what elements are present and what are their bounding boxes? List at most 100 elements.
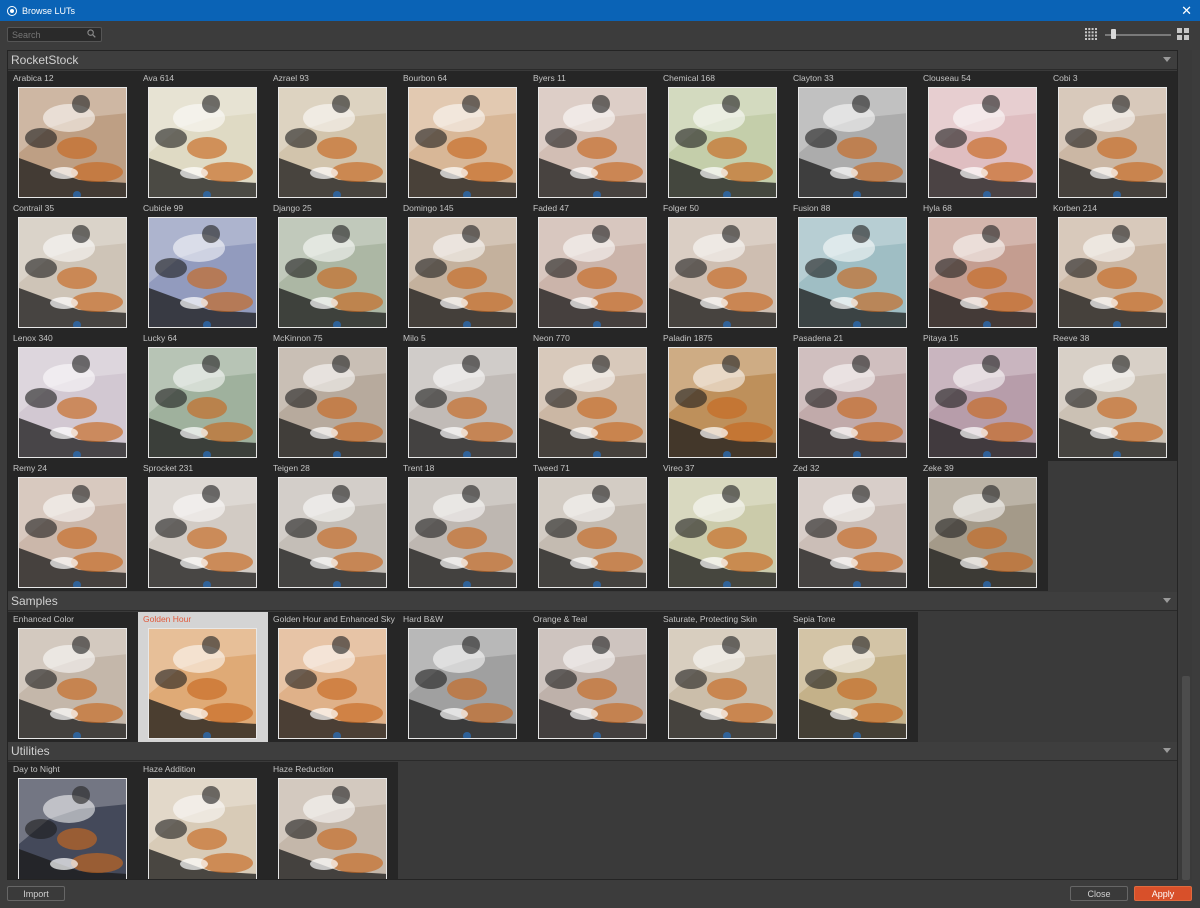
- lut-tile[interactable]: Trent 18: [398, 461, 528, 591]
- lut-preview-thumbnail[interactable]: [278, 87, 387, 198]
- lut-tile[interactable]: McKinnon 75: [268, 331, 398, 461]
- slider-thumb[interactable]: [1111, 29, 1116, 39]
- section-header-utilities[interactable]: Utilities: [8, 742, 1177, 761]
- lut-preview-thumbnail[interactable]: [408, 217, 517, 328]
- search-icon[interactable]: [87, 29, 96, 38]
- lut-preview-thumbnail[interactable]: [18, 628, 127, 739]
- lut-preview-thumbnail[interactable]: [538, 217, 647, 328]
- lut-preview-thumbnail[interactable]: [668, 217, 777, 328]
- lut-preview-thumbnail[interactable]: [148, 217, 257, 328]
- lut-tile[interactable]: Haze Reduction: [268, 762, 398, 879]
- lut-preview-thumbnail[interactable]: [278, 477, 387, 588]
- lut-tile[interactable]: Byers 11: [528, 71, 658, 201]
- lut-preview-thumbnail[interactable]: [928, 217, 1037, 328]
- lut-tile[interactable]: Ava 614: [138, 71, 268, 201]
- lut-tile[interactable]: Pitaya 15: [918, 331, 1048, 461]
- lut-tile[interactable]: Orange & Teal: [528, 612, 658, 742]
- lut-tile[interactable]: Clouseau 54: [918, 71, 1048, 201]
- lut-preview-thumbnail[interactable]: [1058, 217, 1167, 328]
- scrollbar-thumb[interactable]: [1182, 676, 1190, 880]
- lut-preview-thumbnail[interactable]: [538, 347, 647, 458]
- lut-tile[interactable]: Fusion 88: [788, 201, 918, 331]
- lut-preview-thumbnail[interactable]: [798, 347, 907, 458]
- lut-tile[interactable]: Milo 5: [398, 331, 528, 461]
- lut-preview-thumbnail[interactable]: [18, 87, 127, 198]
- lut-tile[interactable]: Faded 47: [528, 201, 658, 331]
- lut-preview-thumbnail[interactable]: [668, 347, 777, 458]
- lut-preview-thumbnail[interactable]: [18, 477, 127, 588]
- lut-preview-thumbnail[interactable]: [668, 87, 777, 198]
- lut-preview-thumbnail[interactable]: [18, 217, 127, 328]
- small-grid-icon[interactable]: [1085, 28, 1097, 40]
- large-grid-icon[interactable]: [1177, 28, 1189, 40]
- lut-tile[interactable]: Clayton 33: [788, 71, 918, 201]
- lut-preview-thumbnail[interactable]: [928, 87, 1037, 198]
- lut-tile[interactable]: Hyla 68: [918, 201, 1048, 331]
- lut-preview-thumbnail[interactable]: [18, 778, 127, 879]
- lut-tile[interactable]: Domingo 145: [398, 201, 528, 331]
- lut-tile[interactable]: Tweed 71: [528, 461, 658, 591]
- lut-tile[interactable]: Reeve 38: [1048, 331, 1177, 461]
- lut-preview-thumbnail[interactable]: [1058, 87, 1167, 198]
- lut-preview-thumbnail[interactable]: [928, 477, 1037, 588]
- lut-tile[interactable]: Folger 50: [658, 201, 788, 331]
- chevron-down-icon[interactable]: [1163, 748, 1171, 753]
- lut-tile[interactable]: Lenox 340: [8, 331, 138, 461]
- close-icon[interactable]: ✕: [1181, 3, 1192, 19]
- lut-tile[interactable]: Lucky 64: [138, 331, 268, 461]
- lut-preview-thumbnail[interactable]: [798, 217, 907, 328]
- lut-tile[interactable]: Day to Night: [8, 762, 138, 879]
- lut-preview-thumbnail[interactable]: [408, 87, 517, 198]
- lut-preview-thumbnail[interactable]: [278, 347, 387, 458]
- lut-tile[interactable]: Contrail 35: [8, 201, 138, 331]
- close-button[interactable]: Close: [1070, 886, 1128, 901]
- section-header-rocketstock[interactable]: RocketStock: [8, 51, 1177, 70]
- lut-tile[interactable]: Korben 214: [1048, 201, 1177, 331]
- lut-tile[interactable]: Golden Hour and Enhanced Sky: [268, 612, 398, 742]
- chevron-down-icon[interactable]: [1163, 57, 1171, 62]
- lut-preview-thumbnail[interactable]: [408, 477, 517, 588]
- lut-tile[interactable]: Golden Hour: [138, 612, 268, 742]
- lut-preview-thumbnail[interactable]: [278, 778, 387, 879]
- lut-preview-thumbnail[interactable]: [538, 477, 647, 588]
- lut-tile[interactable]: Cobi 3: [1048, 71, 1177, 201]
- lut-preview-thumbnail[interactable]: [408, 628, 517, 739]
- lut-preview-thumbnail[interactable]: [278, 217, 387, 328]
- lut-tile[interactable]: Vireo 37: [658, 461, 788, 591]
- lut-tile[interactable]: Django 25: [268, 201, 398, 331]
- lut-tile[interactable]: Bourbon 64: [398, 71, 528, 201]
- lut-preview-thumbnail[interactable]: [148, 347, 257, 458]
- import-button[interactable]: Import: [7, 886, 65, 901]
- lut-tile[interactable]: Sepia Tone: [788, 612, 918, 742]
- section-header-samples[interactable]: Samples: [8, 592, 1177, 611]
- lut-tile[interactable]: Cubicle 99: [138, 201, 268, 331]
- lut-preview-thumbnail[interactable]: [668, 477, 777, 588]
- lut-tile[interactable]: Haze Addition: [138, 762, 268, 879]
- lut-preview-thumbnail[interactable]: [148, 477, 257, 588]
- lut-preview-thumbnail[interactable]: [798, 87, 907, 198]
- apply-button[interactable]: Apply: [1134, 886, 1192, 901]
- vertical-scrollbar[interactable]: [1180, 50, 1192, 880]
- lut-tile[interactable]: Chemical 168: [658, 71, 788, 201]
- lut-tile[interactable]: Zed 32: [788, 461, 918, 591]
- lut-tile[interactable]: Neon 770: [528, 331, 658, 461]
- lut-tile[interactable]: Remy 24: [8, 461, 138, 591]
- lut-preview-thumbnail[interactable]: [148, 778, 257, 879]
- lut-preview-thumbnail[interactable]: [148, 628, 257, 739]
- lut-preview-thumbnail[interactable]: [18, 347, 127, 458]
- lut-tile[interactable]: Hard B&W: [398, 612, 528, 742]
- lut-preview-thumbnail[interactable]: [278, 628, 387, 739]
- lut-tile[interactable]: Enhanced Color: [8, 612, 138, 742]
- lut-preview-thumbnail[interactable]: [148, 87, 257, 198]
- lut-preview-thumbnail[interactable]: [798, 628, 907, 739]
- lut-preview-thumbnail[interactable]: [408, 347, 517, 458]
- lut-tile[interactable]: Paladin 1875: [658, 331, 788, 461]
- chevron-down-icon[interactable]: [1163, 598, 1171, 603]
- lut-preview-thumbnail[interactable]: [1058, 347, 1167, 458]
- lut-tile[interactable]: Arabica 12: [8, 71, 138, 201]
- lut-tile[interactable]: Pasadena 21: [788, 331, 918, 461]
- lut-tile[interactable]: Zeke 39: [918, 461, 1048, 591]
- lut-tile[interactable]: Sprocket 231: [138, 461, 268, 591]
- lut-tile[interactable]: Teigen 28: [268, 461, 398, 591]
- lut-preview-thumbnail[interactable]: [928, 347, 1037, 458]
